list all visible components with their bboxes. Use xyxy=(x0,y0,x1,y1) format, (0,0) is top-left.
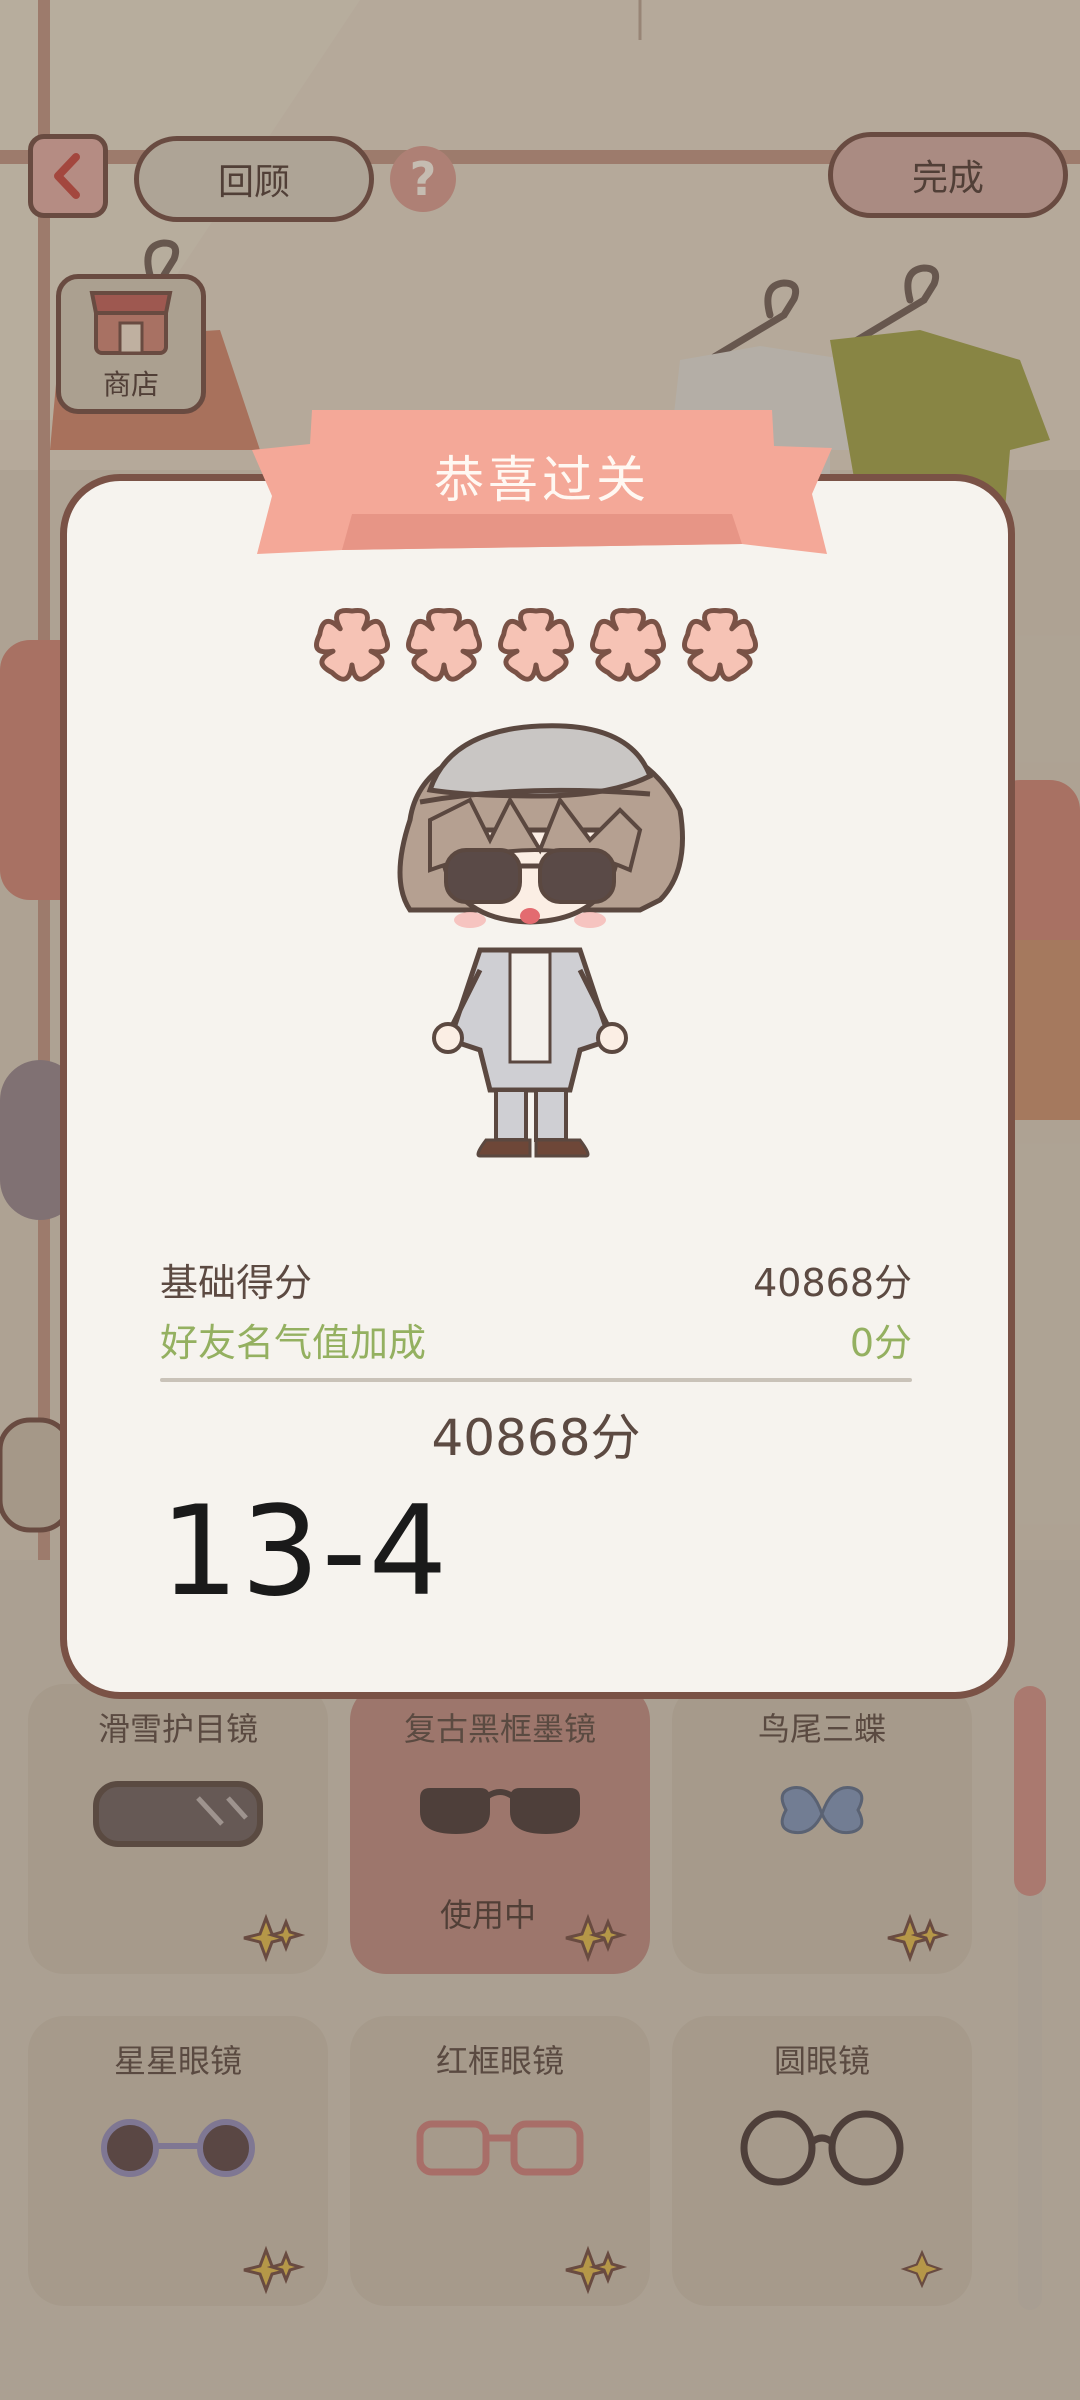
bonus-value: 0分 xyxy=(849,1321,912,1365)
base-score-row: 基础得分 40868分 xyxy=(160,1252,912,1307)
star-icon xyxy=(406,608,482,682)
star-icon xyxy=(314,608,390,682)
character-illustration xyxy=(397,723,685,1158)
star-icon xyxy=(590,608,666,682)
score-divider xyxy=(160,1378,912,1382)
dialog-title: 恭喜过关 xyxy=(434,451,650,509)
bonus-score-row: 好友名气值加成 0分 xyxy=(160,1312,912,1367)
base-score-value: 40868分 xyxy=(753,1261,912,1305)
bonus-label: 好友名气值加成 xyxy=(160,1321,427,1365)
star-icon xyxy=(682,608,758,682)
star-icon xyxy=(498,608,574,682)
base-score-label: 基础得分 xyxy=(160,1261,313,1305)
total-score: 40868分 xyxy=(431,1409,641,1467)
level-label: 13-4 xyxy=(160,1480,450,1624)
star-rating xyxy=(314,608,758,682)
